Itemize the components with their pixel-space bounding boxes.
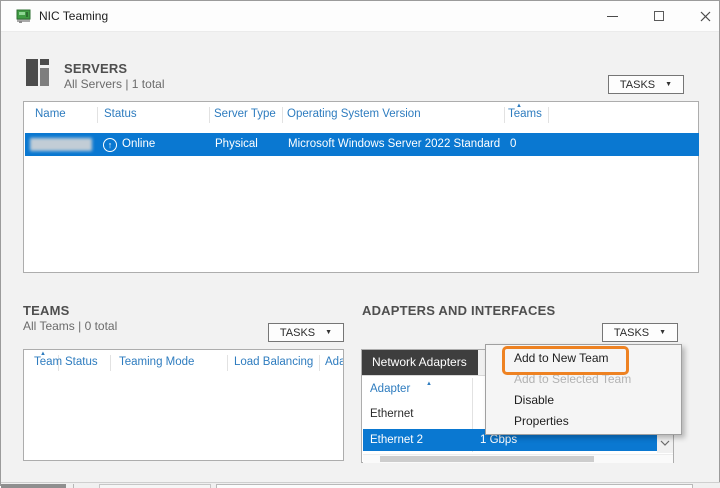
sort-ascending-icon: ▲ [40,351,46,357]
adapter-name: Ethernet [370,408,413,420]
server-os-version: Microsoft Windows Server 2022 Standard [288,133,500,156]
tab-network-adapters[interactable]: Network Adapters [362,350,478,375]
servers-table: Name Status Server Type Operating System… [23,101,699,273]
column-header-os-version[interactable]: Operating System Version [287,108,421,120]
dropdown-caret-icon: ▼ [325,329,332,336]
adapters-section-title: ADAPTERS AND INTERFACES [362,303,555,318]
online-status-icon: ↑ [103,138,117,152]
maximize-button[interactable] [644,1,674,31]
clipped-bottom-section [1,482,720,488]
dropdown-caret-icon: ▼ [665,81,672,88]
servers-tasks-label: TASKS [620,79,655,91]
menu-item-disable[interactable]: Disable [486,390,681,411]
scroll-down-button[interactable] [657,433,673,453]
teams-table: Team ▲ Status Teaming Mode Load Balancin… [23,349,344,461]
window-title: NIC Teaming [39,1,108,31]
server-row-selected[interactable]: ↑ Online Physical Microsoft Windows Serv… [25,133,699,156]
column-header-adapters-clipped[interactable]: Ada [325,356,344,368]
teams-tasks-label: TASKS [280,327,315,339]
servers-tasks-button[interactable]: TASKS ▼ [608,75,684,94]
nic-teaming-window: NIC Teaming SERVERS All Servers | 1 tota… [0,0,720,486]
teams-section-title: TEAMS [23,303,70,318]
column-header-team[interactable]: Team [34,356,62,368]
column-header-load-balancing[interactable]: Load Balancing [234,356,313,368]
column-header-team-status[interactable]: Status [65,356,98,368]
adapter-name: Ethernet 2 [370,429,423,451]
close-button[interactable] [690,1,720,31]
dropdown-caret-icon: ▼ [659,329,666,336]
server-name-redacted [30,138,92,151]
server-teams-count: 0 [510,133,516,156]
title-bar: NIC Teaming [1,1,719,32]
menu-item-properties[interactable]: Properties [486,411,681,432]
horizontal-scrollbar-thumb[interactable] [380,456,594,462]
servers-section-subtitle: All Servers | 1 total [64,77,165,91]
column-header-adapter[interactable]: Adapter [370,383,410,395]
adapter-context-menu: Add to New Team Add to Selected Team Dis… [485,344,682,435]
server-type: Physical [215,133,258,156]
menu-item-add-to-selected-team[interactable]: Add to Selected Team [486,369,681,390]
nic-teaming-app-icon [15,8,33,24]
horizontal-scrollbar[interactable] [363,454,673,463]
column-header-name[interactable]: Name [35,108,66,120]
adapters-tasks-label: TASKS [614,327,649,339]
column-header-server-type[interactable]: Server Type [214,108,276,120]
menu-item-add-to-new-team[interactable]: Add to New Team [486,348,681,369]
teams-section-subtitle: All Teams | 0 total [23,319,117,333]
sort-ascending-icon: ▲ [426,381,432,387]
sort-ascending-icon: ▲ [516,103,522,109]
column-header-teams[interactable]: Teams [508,108,542,120]
column-header-status[interactable]: Status [104,108,137,120]
adapters-tasks-button[interactable]: TASKS ▼ [602,323,678,342]
column-header-teaming-mode[interactable]: Teaming Mode [119,356,194,368]
chevron-down-icon [660,440,670,446]
minimize-button[interactable] [597,1,627,31]
teams-tasks-button[interactable]: TASKS ▼ [268,323,344,342]
servers-section-title: SERVERS [64,61,127,76]
server-status: Online [122,133,155,156]
